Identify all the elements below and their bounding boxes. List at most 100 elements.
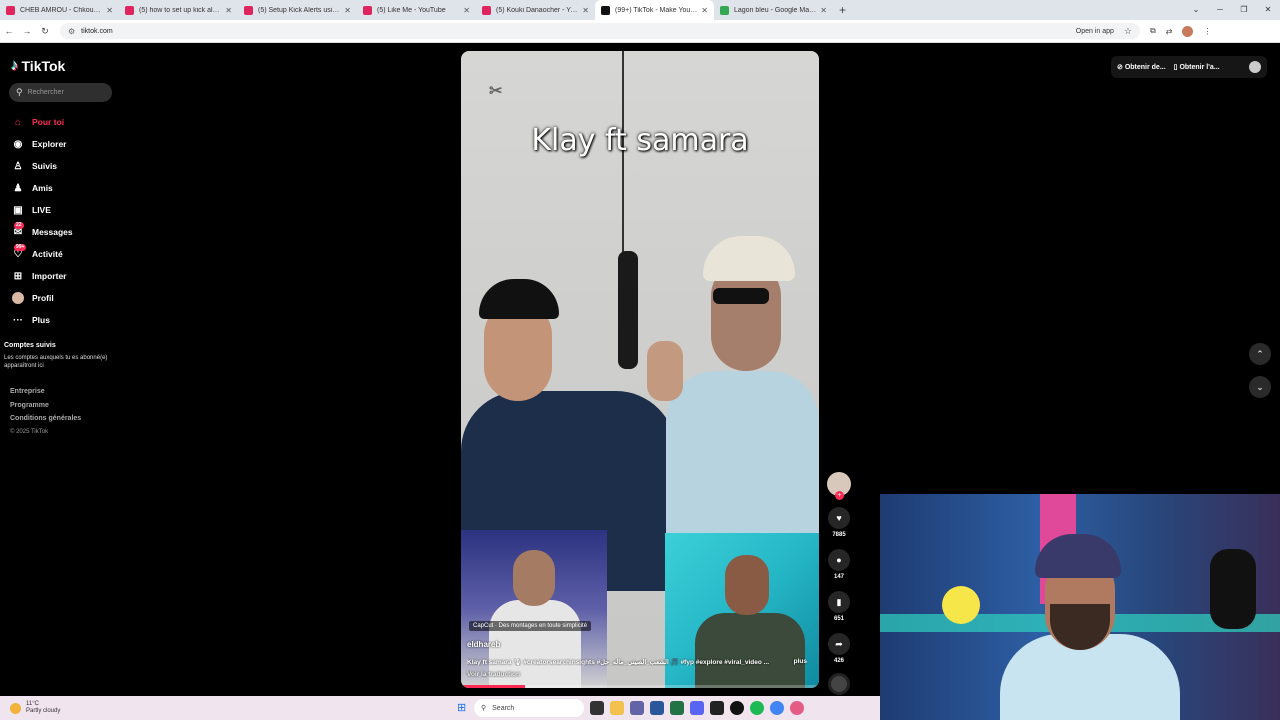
browser-tab[interactable]: (5) Setup Kick Alerts using OBS✕: [238, 0, 357, 20]
user-avatar[interactable]: [1249, 61, 1261, 73]
sidebar-item-profil[interactable]: Profil: [11, 287, 171, 309]
word-icon[interactable]: [650, 701, 664, 715]
teams-icon[interactable]: [630, 701, 644, 715]
weather-widget[interactable]: 11°C Partly cloudy: [10, 701, 60, 715]
app-icon-pink[interactable]: [790, 701, 804, 715]
file-explorer-icon[interactable]: [610, 701, 624, 715]
omnibox[interactable]: ⚙ tiktok.com Open in app ☆: [60, 23, 1140, 39]
creator-avatar[interactable]: +: [827, 472, 851, 500]
excel-icon[interactable]: [670, 701, 684, 715]
tab-close-icon[interactable]: ✕: [106, 6, 113, 15]
sidebar-item-label: Explorer: [32, 139, 67, 149]
spotify-icon[interactable]: [750, 701, 764, 715]
comment-icon[interactable]: ●: [828, 549, 850, 571]
top-right-actions: ⊘ Obtenir de... ▯ Obtenir l'a...: [1111, 56, 1267, 78]
bookmark-star-icon[interactable]: ☆: [1124, 26, 1132, 37]
discord-icon[interactable]: [690, 701, 704, 715]
tab-search-icon[interactable]: ⌄: [1184, 0, 1208, 20]
windows-start-icon[interactable]: ⊞: [457, 702, 469, 714]
like-action[interactable]: ♥ 7885: [826, 507, 852, 538]
previous-video-button[interactable]: ⌃: [1249, 343, 1271, 365]
see-translation-link[interactable]: Voir la traduction: [467, 671, 520, 678]
browser-tab[interactable]: (5) Kouki Danaocher - YouTube✕: [476, 0, 595, 20]
tab-title: (5) Like Me - YouTube: [377, 6, 446, 14]
music-disc-icon[interactable]: [828, 673, 850, 695]
taskbar-search[interactable]: ⚲ Search: [474, 699, 584, 717]
sidebar-item-plus[interactable]: ··· Plus: [11, 309, 171, 331]
share-action[interactable]: ➦ 426: [826, 633, 852, 664]
browser-tab[interactable]: (5) Like Me - YouTube ✕: [357, 0, 476, 20]
sidebar-item-label: Amis: [32, 183, 53, 193]
sidebar-item-suivis[interactable]: ♙ Suivis: [11, 155, 171, 177]
comment-action[interactable]: ● 147: [826, 549, 852, 580]
inset-right-body: [695, 613, 805, 688]
tab-favicon-icon: [244, 5, 253, 15]
back-button[interactable]: ←: [0, 26, 18, 36]
sidebar: ♪ TikTok ⚲ Rechercher ⌂ Pour toi ◉ Explorer…: [0, 44, 180, 696]
tab-close-icon[interactable]: ✕: [701, 6, 708, 15]
translate-icon[interactable]: ⇄: [1166, 27, 1173, 36]
task-view-icon[interactable]: [590, 701, 604, 715]
menu-icon[interactable]: ⋮: [1203, 27, 1211, 36]
reload-button[interactable]: ↻: [36, 26, 54, 37]
tab-close-icon[interactable]: ✕: [582, 6, 589, 15]
get-app-button[interactable]: ▯ Obtenir l'a...: [1174, 63, 1220, 71]
footer-link-terms[interactable]: Conditions générales: [10, 415, 81, 429]
tab-close-icon[interactable]: ✕: [463, 6, 470, 15]
footer-links: Entreprise Programme Conditions générale…: [10, 388, 81, 442]
maximize-button[interactable]: ❐: [1232, 0, 1256, 20]
sidebar-item-explorer[interactable]: ◉ Explorer: [11, 133, 171, 155]
footer-link-enterprise[interactable]: Entreprise: [10, 388, 81, 402]
live-icon: ▣: [13, 204, 23, 216]
tiktok-logo[interactable]: ♪ TikTok: [11, 57, 65, 74]
heart-icon[interactable]: ♥: [828, 507, 850, 529]
browser-tab[interactable]: (99+) TikTok - Make Your D ✕: [595, 0, 714, 20]
video-hand: [647, 341, 683, 401]
minimize-button[interactable]: ─: [1208, 0, 1232, 20]
forward-button[interactable]: →: [18, 26, 36, 36]
tab-close-icon[interactable]: ✕: [820, 6, 827, 15]
chrome-icon[interactable]: [770, 701, 784, 715]
browser-tab[interactable]: Lagon bleu - Google Maps ✕: [714, 0, 833, 20]
tab-favicon-icon: [720, 5, 729, 15]
video-player[interactable]: ✂ Klay ft samara CapCut · Des montages e…: [461, 51, 819, 688]
extensions-icon[interactable]: ⧉: [1150, 26, 1156, 36]
video-author[interactable]: eldhareb: [467, 640, 500, 649]
get-app-label: Obtenir l'a...: [1179, 64, 1220, 71]
open-in-app-button[interactable]: Open in app: [1076, 28, 1114, 35]
following-title: Comptes suivis: [4, 342, 56, 349]
follow-plus-icon[interactable]: +: [835, 491, 844, 500]
bookmark-icon[interactable]: ▮: [828, 591, 850, 613]
obs-icon[interactable]: [730, 701, 744, 715]
sidebar-item-messages[interactable]: ✉ 22 Messages: [11, 221, 171, 243]
tab-close-icon[interactable]: ✕: [225, 6, 232, 15]
save-action[interactable]: ▮ 651: [826, 591, 852, 622]
browser-tab[interactable]: CHEB AMROU - Chkoun Li Gal ✕: [0, 0, 119, 20]
tab-close-icon[interactable]: ✕: [344, 6, 351, 15]
browser-tab[interactable]: (5) how to set up kick alerts - Y ✕: [119, 0, 238, 20]
app-icon-dark[interactable]: [710, 701, 724, 715]
url-text[interactable]: tiktok.com: [81, 28, 1076, 35]
get-coins-button[interactable]: ⊘ Obtenir de...: [1117, 63, 1166, 71]
notification-badge: 22: [14, 222, 24, 229]
site-info-icon[interactable]: ⚙: [68, 27, 75, 36]
following-icon: ♙: [13, 160, 23, 172]
video-progress-bar[interactable]: [461, 685, 819, 688]
profile-avatar[interactable]: [1182, 25, 1194, 37]
search-input[interactable]: ⚲ Rechercher: [9, 83, 112, 102]
capcut-tag[interactable]: CapCut · Des montages en toute simplicit…: [469, 621, 592, 631]
sidebar-item-live[interactable]: ▣ LIVE: [11, 199, 171, 221]
sidebar-item-pour-toi[interactable]: ⌂ Pour toi: [11, 111, 171, 133]
new-tab-button[interactable]: +: [839, 3, 846, 17]
copyright: © 2025 TikTok: [10, 428, 49, 435]
sidebar-item-importer[interactable]: ⊞ Importer: [11, 265, 171, 287]
close-window-button[interactable]: ✕: [1256, 0, 1280, 20]
share-icon[interactable]: ➦: [828, 633, 850, 655]
next-video-button[interactable]: ⌄: [1249, 376, 1271, 398]
sidebar-item-label: Activité: [32, 249, 63, 259]
sidebar-item-amis[interactable]: ♟ Amis: [11, 177, 171, 199]
sidebar-item-activit-[interactable]: ♡ 99+ Activité: [11, 243, 171, 265]
footer-link-programme[interactable]: Programme: [10, 402, 81, 416]
caption-more-button[interactable]: plus: [794, 658, 807, 665]
taskbar-apps: [590, 701, 804, 715]
